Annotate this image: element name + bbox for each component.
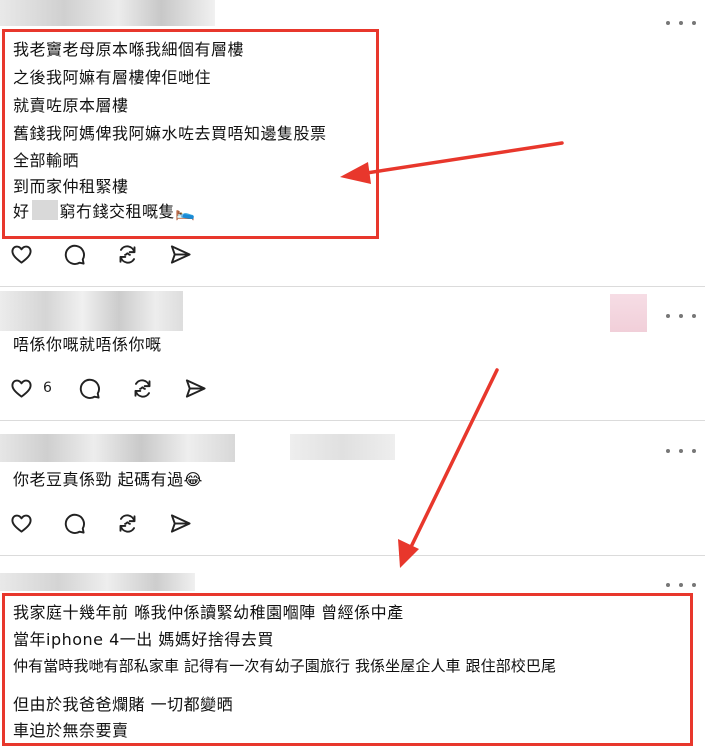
annotation-arrow-2-head <box>398 539 419 568</box>
annotation-arrow-2 <box>408 368 499 551</box>
annotation-arrow-1-head <box>340 162 371 184</box>
annotation-arrows <box>340 141 564 568</box>
annotation-arrow-1 <box>358 141 564 176</box>
